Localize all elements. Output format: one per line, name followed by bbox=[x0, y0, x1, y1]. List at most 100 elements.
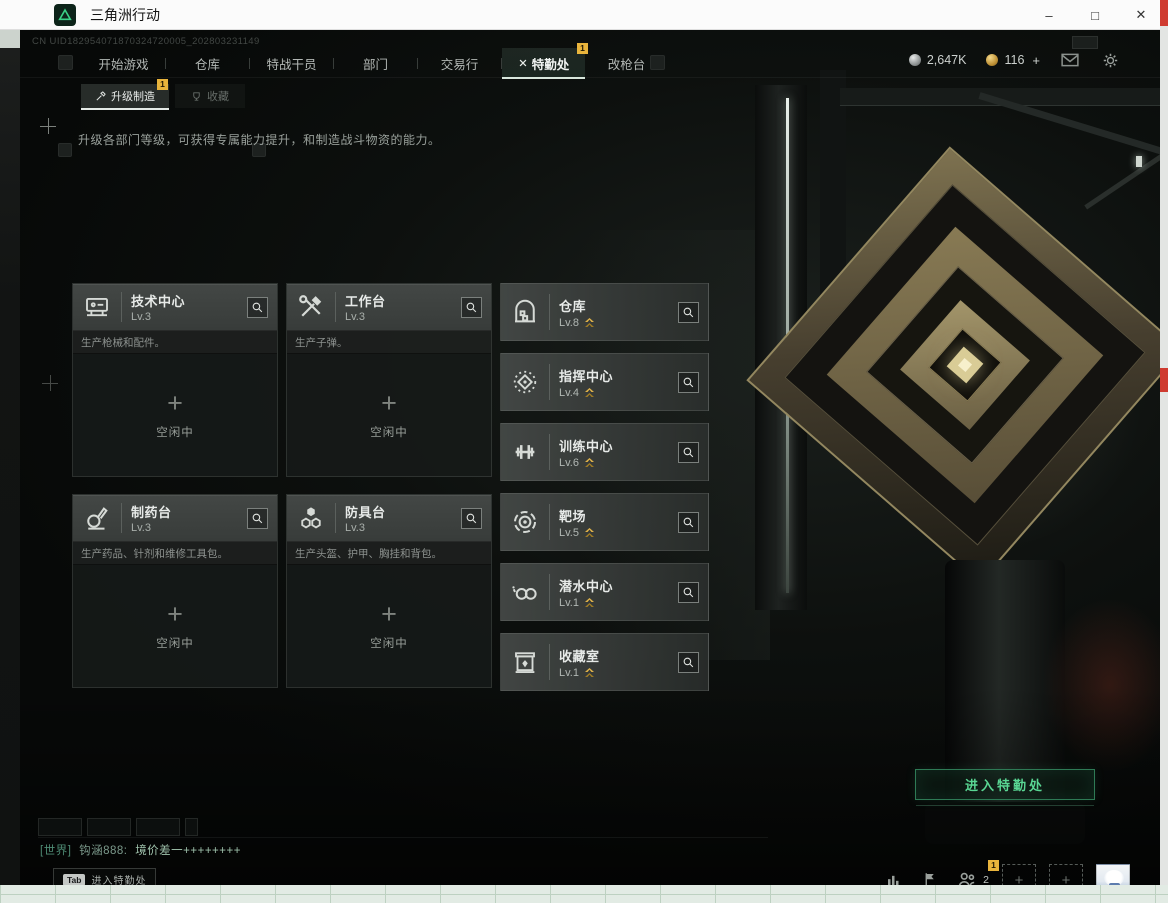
friends-button[interactable]: 2 1 bbox=[955, 860, 999, 885]
collapse-button[interactable] bbox=[1072, 36, 1098, 49]
facility-level: Lv.1 bbox=[559, 666, 579, 679]
flag-button[interactable] bbox=[918, 868, 942, 885]
mail-button[interactable] bbox=[1060, 52, 1080, 68]
magnifier-icon bbox=[252, 513, 263, 523]
app-logo-icon bbox=[54, 3, 76, 26]
tools-icon bbox=[519, 59, 527, 67]
maximize-button[interactable]: □ bbox=[1072, 0, 1118, 30]
tab-warehouse[interactable]: 仓库 bbox=[166, 48, 249, 78]
friends-count: 2 bbox=[983, 874, 989, 885]
facility-card-warehouse[interactable]: 仓库 Lv.8 bbox=[500, 283, 709, 341]
tab-operators[interactable]: 特战干员 bbox=[250, 48, 333, 78]
game-viewport: CN UID182954071870324720005_202803231149… bbox=[20, 30, 1160, 885]
production-slot[interactable]: + 空闲中 bbox=[73, 354, 277, 476]
key-hint-box bbox=[650, 55, 665, 70]
production-slot[interactable]: + 空闲中 bbox=[73, 565, 277, 687]
inspect-button[interactable] bbox=[678, 651, 699, 673]
inspect-button[interactable] bbox=[678, 371, 699, 393]
flag-icon bbox=[925, 873, 934, 885]
inspect-button[interactable] bbox=[247, 507, 268, 529]
add-currency-button[interactable]: + bbox=[1032, 53, 1040, 68]
facility-card-collection-room[interactable]: 收藏室 Lv.1 bbox=[500, 633, 709, 691]
player-avatar[interactable] bbox=[1096, 864, 1130, 885]
sub-nav: 升级制造 1 收藏 bbox=[20, 79, 1160, 157]
inspect-button[interactable] bbox=[461, 507, 482, 529]
station-description: 生产枪械和配件。 bbox=[73, 331, 277, 354]
inspect-button[interactable] bbox=[678, 441, 699, 463]
station-level: Lv.3 bbox=[345, 522, 365, 534]
key-hint-box bbox=[58, 55, 73, 70]
station-name: 工作台 bbox=[345, 294, 386, 309]
enter-special-service-button[interactable]: 进入特勤处 bbox=[915, 769, 1095, 806]
stats-button[interactable] bbox=[881, 868, 905, 885]
facility-card-training-center[interactable]: 训练中心 Lv.6 bbox=[500, 423, 709, 481]
chat-history-placeholder bbox=[38, 818, 198, 836]
magnifier-icon bbox=[683, 447, 694, 457]
titlebar: 三角洲行动 – □ ✕ bbox=[0, 0, 1168, 30]
divider bbox=[38, 837, 768, 838]
background-spreadsheet bbox=[0, 885, 1168, 903]
inspect-button[interactable] bbox=[247, 296, 268, 318]
upgrade-available-icon bbox=[584, 528, 594, 537]
station-header[interactable]: 防具台 Lv.3 bbox=[287, 495, 491, 542]
station-level: Lv.3 bbox=[131, 522, 151, 534]
magnifier-icon bbox=[683, 307, 694, 317]
close-button[interactable]: ✕ bbox=[1118, 0, 1164, 30]
station-status: 空闲中 bbox=[156, 638, 194, 650]
friends-icon bbox=[959, 872, 975, 885]
bottom-toolbar: 2 1 + + bbox=[881, 860, 1130, 885]
facility-name: 指挥中心 bbox=[559, 368, 614, 384]
shooting-range-icon bbox=[501, 507, 549, 537]
silver-coin-icon bbox=[908, 54, 921, 66]
facility-name: 仓库 bbox=[559, 298, 587, 314]
facility-card-command-center[interactable]: 指挥中心 Lv.4 bbox=[500, 353, 709, 411]
tab-departments[interactable]: 部门 bbox=[334, 48, 417, 78]
station-header[interactable]: 工作台 Lv.3 bbox=[287, 284, 491, 331]
gold-currency[interactable]: 116 + bbox=[986, 53, 1040, 68]
production-slot[interactable]: + 空闲中 bbox=[287, 565, 491, 687]
inspect-button[interactable] bbox=[678, 511, 699, 533]
facility-level: Lv.8 bbox=[559, 316, 579, 329]
facility-level: Lv.4 bbox=[559, 386, 579, 399]
tab-special-service[interactable]: 特勤处 1 bbox=[502, 43, 588, 79]
station-header[interactable]: 技术中心 Lv.3 bbox=[73, 284, 277, 331]
workbench-icon bbox=[287, 292, 335, 322]
station-description: 生产头盔、护甲、胸挂和背包。 bbox=[287, 542, 491, 565]
subtab-badge: 1 bbox=[157, 79, 168, 90]
desktop-edge bbox=[0, 48, 20, 885]
plus-icon: + bbox=[381, 599, 397, 629]
production-card-workbench: 工作台 Lv.3 生产子弹。 + 空闲中 bbox=[286, 283, 492, 477]
enter-chat-button[interactable]: Tab 进入特勤处 bbox=[53, 868, 157, 885]
party-slot-button[interactable]: + bbox=[1049, 864, 1083, 885]
subtab-collection[interactable]: 收藏 bbox=[175, 84, 245, 108]
inspect-button[interactable] bbox=[461, 296, 482, 318]
silver-currency[interactable]: 2,647K bbox=[908, 53, 966, 67]
friends-badge: 1 bbox=[988, 860, 999, 871]
production-slot[interactable]: + 空闲中 bbox=[287, 354, 491, 476]
inspect-button[interactable] bbox=[678, 581, 699, 603]
tab-start-game[interactable]: 开始游戏 bbox=[82, 48, 165, 78]
subtab-upgrade-craft[interactable]: 升级制造 1 bbox=[81, 79, 169, 110]
station-status: 空闲中 bbox=[370, 427, 408, 439]
key-hint-box bbox=[58, 143, 72, 157]
production-card-armor-station: 防具台 Lv.3 生产头盔、护甲、胸挂和背包。 + 空闲中 bbox=[286, 494, 492, 688]
mail-icon bbox=[1061, 53, 1079, 67]
station-name: 防具台 bbox=[345, 505, 386, 520]
inspect-button[interactable] bbox=[678, 301, 699, 323]
facility-card-diving-center[interactable]: 潜水中心 Lv.1 bbox=[500, 563, 709, 621]
account-uid: CN UID182954071870324720005_202803231149 bbox=[32, 36, 260, 47]
upgrade-available-icon bbox=[584, 668, 594, 677]
chat-message[interactable]: [世界] 钩涵888: 境价差一++++++++ bbox=[40, 842, 241, 858]
station-header[interactable]: 制药台 Lv.3 bbox=[73, 495, 277, 542]
minimize-button[interactable]: – bbox=[1026, 0, 1072, 30]
upgrade-available-icon bbox=[584, 598, 594, 607]
tab-trading[interactable]: 交易行 bbox=[418, 48, 501, 78]
section-description: 升级各部门等级，可获得专属能力提升，和制造战斗物资的能力。 bbox=[78, 133, 441, 147]
medicine-station-icon bbox=[73, 503, 121, 533]
station-level: Lv.3 bbox=[345, 311, 365, 323]
station-status: 空闲中 bbox=[156, 427, 194, 439]
settings-button[interactable] bbox=[1100, 52, 1120, 68]
party-slot-button[interactable]: + bbox=[1002, 864, 1036, 885]
facility-card-shooting-range[interactable]: 靶场 Lv.5 bbox=[500, 493, 709, 551]
upgrade-available-icon bbox=[584, 388, 594, 397]
